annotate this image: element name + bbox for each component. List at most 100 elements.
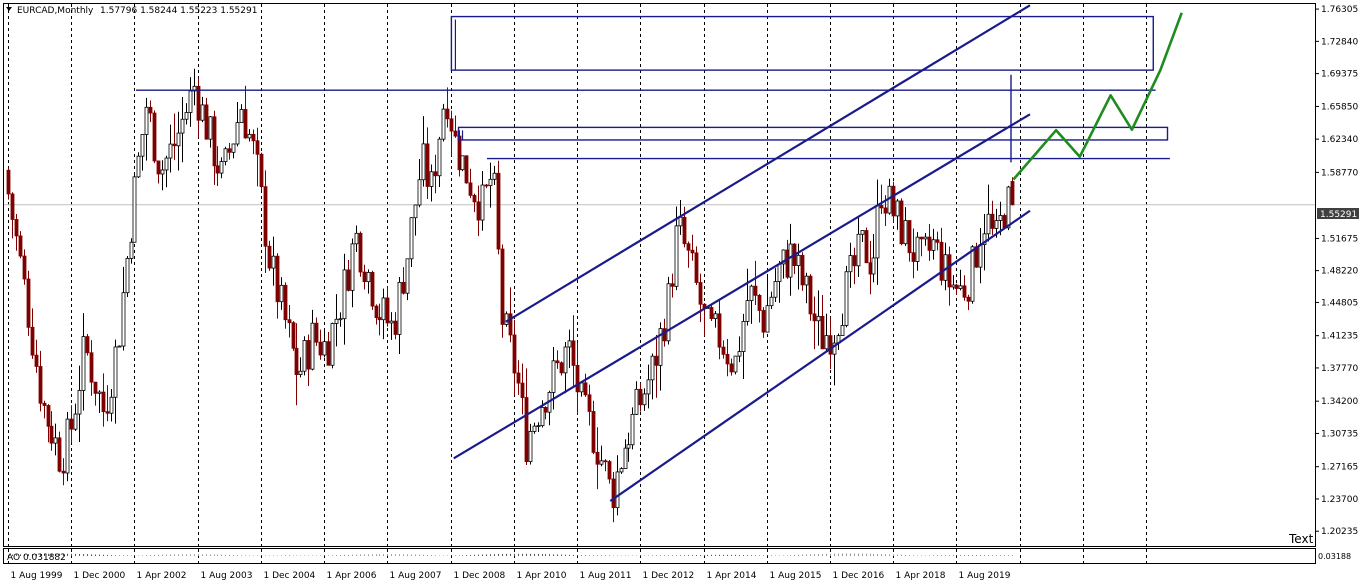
ao-bar bbox=[972, 555, 973, 556]
candle bbox=[626, 432, 631, 462]
candle bbox=[302, 336, 307, 376]
ao-bar bbox=[593, 555, 594, 556]
candle-body bbox=[812, 313, 817, 322]
ao-bar bbox=[561, 554, 562, 556]
candle bbox=[1002, 213, 1007, 229]
ao-bar bbox=[601, 555, 602, 556]
candle bbox=[223, 146, 228, 166]
candle bbox=[781, 249, 786, 279]
candle-body bbox=[559, 362, 564, 374]
candle-body bbox=[445, 108, 450, 120]
candle-body bbox=[101, 391, 106, 413]
ao-bar bbox=[810, 554, 811, 556]
candle-body bbox=[283, 284, 288, 321]
candle bbox=[441, 103, 446, 142]
candle bbox=[291, 321, 296, 351]
ao-bar bbox=[723, 554, 724, 556]
ao-bar bbox=[368, 554, 369, 556]
candle bbox=[168, 124, 173, 173]
ao-bar bbox=[443, 555, 444, 556]
candle-body bbox=[279, 284, 284, 303]
x-tick-label: 1 Dec 2012 bbox=[643, 571, 695, 581]
candle bbox=[630, 407, 635, 450]
candle-body bbox=[634, 388, 639, 415]
candle-body bbox=[69, 418, 74, 430]
candle-body bbox=[769, 296, 774, 307]
ao-bar bbox=[814, 554, 815, 556]
chart-canvas[interactable]: 1.76305 1.72840 1.69375 1.65850 1.62340 1.587… bbox=[0, 0, 1362, 585]
candle-body bbox=[951, 284, 956, 288]
candle-body bbox=[512, 334, 517, 374]
candle bbox=[417, 159, 422, 208]
ao-bar bbox=[731, 554, 732, 556]
drawing-objects[interactable] bbox=[136, 4, 1183, 502]
x-tick-label: 1 Aug 1999 bbox=[11, 571, 63, 581]
candle-body bbox=[773, 281, 778, 298]
candle bbox=[397, 276, 402, 354]
ao-bar bbox=[281, 555, 282, 556]
ao-bar bbox=[360, 554, 361, 556]
candle-body bbox=[484, 184, 489, 187]
candle bbox=[393, 312, 398, 340]
ao-bar bbox=[490, 554, 491, 556]
candle bbox=[690, 234, 695, 261]
candle bbox=[93, 381, 98, 406]
candle bbox=[567, 329, 572, 368]
candle-body bbox=[966, 296, 971, 302]
ao-bar bbox=[241, 555, 242, 556]
candle-body bbox=[148, 106, 153, 114]
ao-bar bbox=[700, 554, 701, 556]
ao-bar bbox=[395, 554, 396, 556]
ao-bar bbox=[293, 555, 294, 556]
candle bbox=[555, 350, 560, 369]
candle bbox=[903, 207, 908, 246]
collapse-triangle-icon[interactable] bbox=[6, 7, 12, 11]
y-tick-label: 1.30735 bbox=[1321, 429, 1358, 439]
candle-body bbox=[160, 169, 165, 175]
candle-body bbox=[121, 292, 126, 347]
candle bbox=[583, 373, 588, 397]
candle bbox=[362, 264, 367, 290]
corner-text-label[interactable]: Text bbox=[1288, 532, 1314, 546]
candle bbox=[192, 68, 197, 106]
ao-bar bbox=[225, 554, 226, 556]
ao-bar bbox=[617, 555, 618, 556]
ao-bar bbox=[945, 555, 946, 556]
x-tick-label: 1 Dec 2000 bbox=[74, 571, 126, 581]
candle-body bbox=[227, 148, 232, 153]
ao-bar bbox=[206, 554, 207, 556]
candle bbox=[891, 181, 896, 223]
candle-body bbox=[176, 132, 181, 147]
ao-bar bbox=[127, 555, 128, 556]
candle-body bbox=[109, 396, 114, 414]
ao-bar bbox=[249, 555, 250, 556]
candle-body bbox=[6, 169, 11, 195]
ao-bar bbox=[474, 554, 475, 556]
candle bbox=[745, 268, 750, 326]
candle bbox=[208, 115, 213, 148]
candle-body bbox=[188, 90, 193, 113]
candle bbox=[603, 459, 608, 472]
candle bbox=[871, 233, 876, 283]
candle bbox=[591, 400, 596, 455]
candle-body bbox=[97, 391, 102, 394]
ao-bar bbox=[447, 555, 448, 556]
candle-body bbox=[737, 351, 742, 357]
indicator-frame bbox=[3, 548, 1316, 564]
candle-body bbox=[879, 205, 884, 209]
projection-zigzag bbox=[1012, 12, 1183, 181]
ao-bar bbox=[538, 553, 539, 556]
ao-bar bbox=[790, 555, 791, 556]
ao-bar bbox=[719, 554, 720, 556]
candle-body bbox=[567, 340, 572, 348]
candle bbox=[425, 127, 430, 200]
candle bbox=[658, 322, 663, 391]
ao-bar bbox=[439, 555, 440, 556]
ao-bar bbox=[178, 554, 179, 556]
candle-body bbox=[129, 241, 134, 259]
candle-body bbox=[709, 307, 714, 319]
ao-bar bbox=[960, 555, 961, 556]
candle bbox=[547, 390, 552, 426]
candle bbox=[152, 110, 157, 164]
ao-bar bbox=[506, 553, 507, 556]
